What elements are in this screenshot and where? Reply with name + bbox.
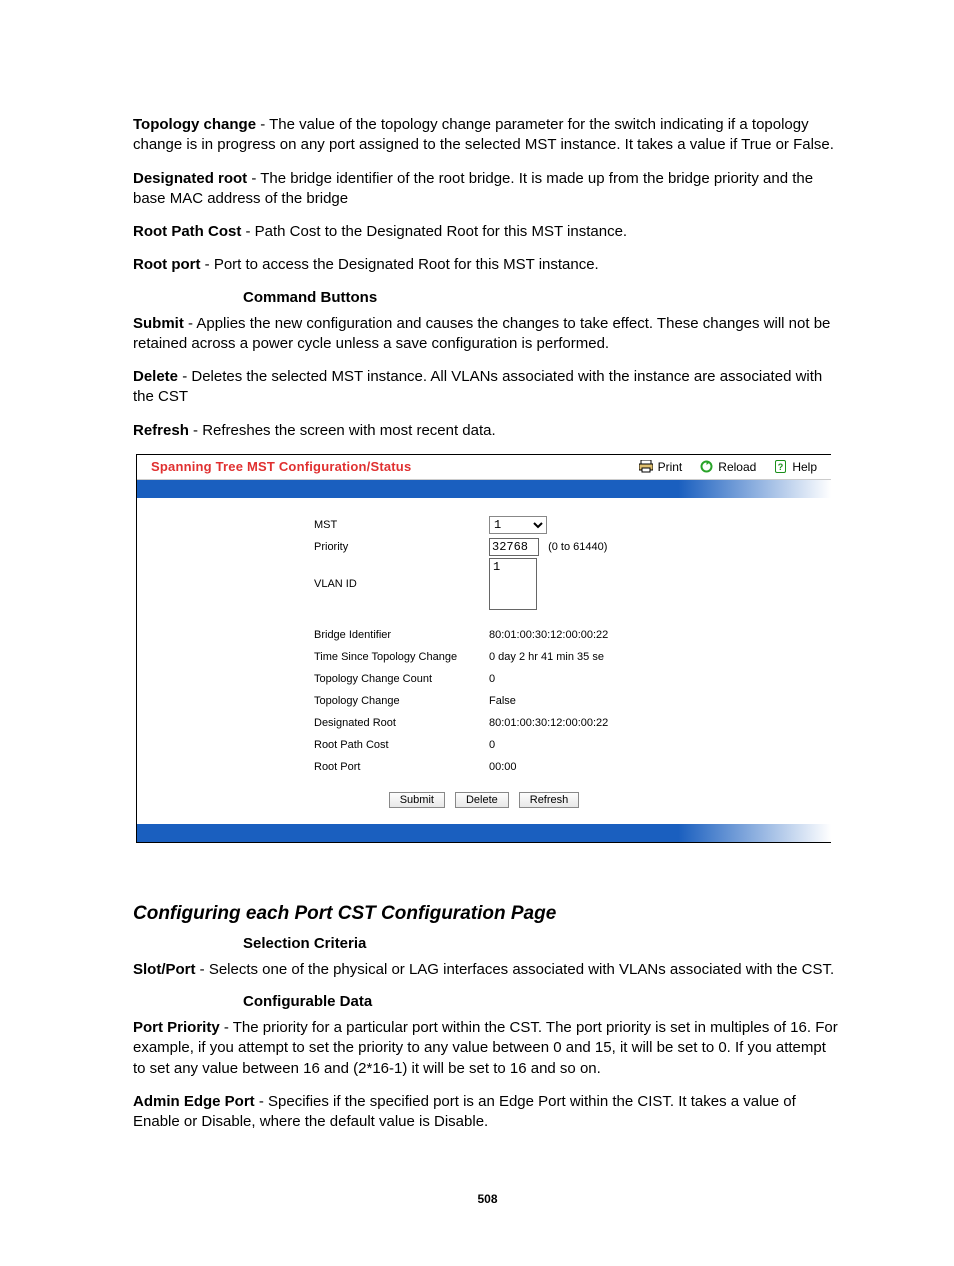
row-tc: Topology Change False [137, 690, 831, 712]
label-vlan: VLAN ID [314, 558, 489, 590]
row-bridge-id: Bridge Identifier 80:01:00:30:12:00:00:2… [137, 624, 831, 646]
label-tc: Topology Change [314, 695, 489, 707]
reload-label: Reload [718, 460, 756, 474]
row-tstc: Time Since Topology Change 0 day 2 hr 41… [137, 646, 831, 668]
value-bridge-id: 80:01:00:30:12:00:00:22 [489, 629, 608, 641]
label-dr: Designated Root [314, 717, 489, 729]
term-refresh: Refresh [133, 422, 189, 439]
svg-text:?: ? [778, 462, 784, 472]
panel-actions: Print Reload ? Help [639, 460, 817, 474]
para-slot-port: Slot/Port - Selects one of the physical … [133, 960, 842, 980]
heading-configurable-data: Configurable Data [243, 993, 842, 1010]
section-title-port-cst: Configuring each Port CST Configuration … [133, 903, 842, 925]
value-tc: False [489, 695, 516, 707]
panel-title: Spanning Tree MST Configuration/Status [151, 459, 639, 474]
form-area: MST 1 Priority (0 to 61440) VLAN ID 1 [137, 498, 831, 824]
para-designated-root: Designated root - The bridge identifier … [133, 169, 842, 210]
label-rpc: Root Path Cost [314, 739, 489, 751]
delete-button[interactable]: Delete [455, 792, 509, 808]
term-root-path-cost: Root Path Cost [133, 223, 241, 240]
row-rpc: Root Path Cost 0 [137, 734, 831, 756]
text-root-port: - Port to access the Designated Root for… [200, 256, 598, 273]
para-root-port: Root port - Port to access the Designate… [133, 255, 842, 275]
para-submit: Submit - Applies the new configuration a… [133, 314, 842, 355]
label-priority: Priority [314, 541, 489, 553]
text-submit: - Applies the new configuration and caus… [133, 315, 830, 352]
term-topology-change: Topology change [133, 116, 256, 133]
text-delete: - Deletes the selected MST instance. All… [133, 368, 822, 405]
term-slot-port: Slot/Port [133, 961, 196, 978]
reload-button[interactable]: Reload [700, 460, 756, 474]
print-icon [639, 460, 653, 473]
para-port-priority: Port Priority - The priority for a parti… [133, 1018, 842, 1079]
row-rp: Root Port 00:00 [137, 756, 831, 778]
text-refresh: - Refreshes the screen with most recent … [189, 422, 496, 439]
row-tcc: Topology Change Count 0 [137, 668, 831, 690]
print-label: Print [658, 460, 683, 474]
row-dr: Designated Root 80:01:00:30:12:00:00:22 [137, 712, 831, 734]
submit-button[interactable]: Submit [389, 792, 445, 808]
screenshot-panel: Spanning Tree MST Configuration/Status P… [136, 454, 831, 843]
header-blue-bar [137, 480, 831, 498]
para-topology-change: Topology change - The value of the topol… [133, 115, 842, 156]
value-dr: 80:01:00:30:12:00:00:22 [489, 717, 608, 729]
priority-range: (0 to 61440) [548, 541, 607, 553]
para-admin-edge: Admin Edge Port - Specifies if the speci… [133, 1092, 842, 1133]
row-mst: MST 1 [137, 514, 831, 536]
row-vlan: VLAN ID 1 [137, 558, 831, 618]
button-row: Submit Delete Refresh [137, 778, 831, 812]
text-port-priority: - The priority for a particular port wit… [133, 1019, 838, 1077]
para-delete: Delete - Deletes the selected MST instan… [133, 367, 842, 408]
value-tcc: 0 [489, 673, 495, 685]
refresh-button[interactable]: Refresh [519, 792, 580, 808]
heading-command-buttons: Command Buttons [243, 289, 842, 306]
help-icon: ? [774, 460, 787, 473]
vlan-value: 1 [493, 560, 500, 574]
vlan-listbox[interactable]: 1 [489, 558, 537, 610]
label-tstc: Time Since Topology Change [314, 651, 489, 663]
label-mst: MST [314, 519, 489, 531]
label-bridge-id: Bridge Identifier [314, 629, 489, 641]
value-rpc: 0 [489, 739, 495, 751]
print-button[interactable]: Print [639, 460, 683, 474]
help-button[interactable]: ? Help [774, 460, 817, 474]
term-submit: Submit [133, 315, 184, 332]
text-root-path-cost: - Path Cost to the Designated Root for t… [241, 223, 627, 240]
row-priority: Priority (0 to 61440) [137, 536, 831, 558]
heading-selection-criteria: Selection Criteria [243, 935, 842, 952]
value-rp: 00:00 [489, 761, 517, 773]
mst-select[interactable]: 1 [489, 516, 547, 534]
label-rp: Root Port [314, 761, 489, 773]
value-tstc: 0 day 2 hr 41 min 35 se [489, 651, 604, 663]
label-tcc: Topology Change Count [314, 673, 489, 685]
help-label: Help [792, 460, 817, 474]
priority-input[interactable] [489, 538, 539, 556]
text-slot-port: - Selects one of the physical or LAG int… [196, 961, 835, 978]
panel-header: Spanning Tree MST Configuration/Status P… [137, 455, 831, 480]
term-designated-root: Designated root [133, 170, 247, 187]
page-number: 508 [133, 1192, 842, 1206]
reload-icon [700, 460, 713, 473]
term-admin-edge: Admin Edge Port [133, 1093, 255, 1110]
term-port-priority: Port Priority [133, 1019, 220, 1036]
term-delete: Delete [133, 368, 178, 385]
footer-blue-bar [137, 824, 831, 842]
para-refresh: Refresh - Refreshes the screen with most… [133, 421, 842, 441]
term-root-port: Root port [133, 256, 200, 273]
para-root-path-cost: Root Path Cost - Path Cost to the Design… [133, 222, 842, 242]
